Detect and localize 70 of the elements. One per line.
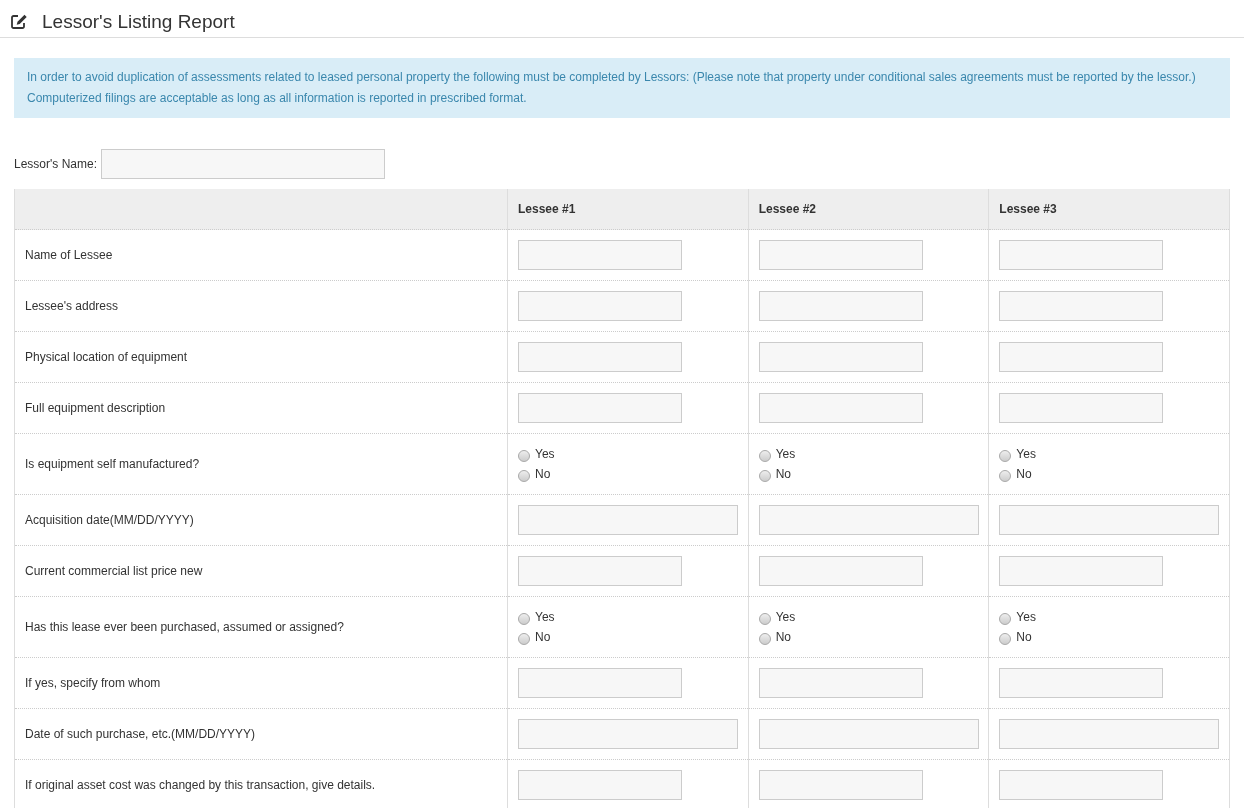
row-label: Date of such purchase, etc.(MM/DD/YYYY)	[25, 727, 256, 741]
date-field[interactable]	[999, 505, 1220, 535]
row-label: If yes, specify from whom	[25, 676, 161, 690]
text-field[interactable]	[518, 556, 682, 586]
radio-label: No	[535, 467, 551, 481]
text-field[interactable]	[999, 556, 1164, 586]
radio-button[interactable]	[758, 470, 771, 482]
text-field[interactable]	[518, 342, 682, 372]
radio-label: Yes	[775, 610, 796, 624]
radio-label: No	[535, 630, 551, 644]
text-field[interactable]	[518, 668, 682, 698]
text-field[interactable]	[999, 668, 1164, 698]
column-header: Lessee #1	[518, 202, 576, 216]
column-header: Lessee #3	[999, 202, 1057, 216]
row-label: If original asset cost was changed by this transaction, give details.	[25, 778, 376, 792]
row-label: Name of Lessee	[25, 248, 113, 262]
row-label: Current commercial list price new	[25, 564, 203, 578]
radio-button[interactable]	[999, 633, 1012, 645]
text-field[interactable]	[999, 393, 1164, 423]
row-label: Has this lease ever been purchased, assumed or assigned?	[25, 620, 344, 634]
row-label: Physical location of equipment	[25, 350, 188, 364]
radio-button[interactable]	[758, 633, 771, 645]
radio-button[interactable]	[518, 633, 530, 645]
date-field[interactable]	[758, 505, 979, 535]
text-field[interactable]	[758, 342, 923, 372]
text-field[interactable]	[758, 770, 923, 800]
text-field[interactable]	[758, 393, 923, 423]
date-field[interactable]	[999, 719, 1220, 749]
text-field[interactable]	[999, 240, 1164, 270]
date-field[interactable]	[518, 719, 738, 749]
radio-label: No	[1016, 630, 1032, 644]
radio-button[interactable]	[999, 450, 1012, 462]
text-field[interactable]	[758, 240, 923, 270]
radio-label: Yes	[1016, 447, 1036, 461]
lessor-name-field[interactable]	[101, 149, 385, 179]
radio-button[interactable]	[999, 613, 1012, 625]
text-field[interactable]	[518, 393, 682, 423]
radio-button[interactable]	[758, 613, 771, 625]
text-field[interactable]	[758, 291, 923, 321]
radio-label: No	[775, 630, 791, 644]
radio-button[interactable]	[518, 470, 530, 482]
date-field[interactable]	[758, 719, 979, 749]
text-field[interactable]	[999, 291, 1164, 321]
edit-icon	[11, 14, 28, 29]
row-label: Is equipment self manufactured?	[25, 457, 200, 471]
text-field[interactable]	[518, 770, 682, 800]
radio-button[interactable]	[758, 450, 771, 462]
radio-label: Yes	[535, 610, 555, 624]
radio-button[interactable]	[518, 613, 530, 625]
row-label: Lessee's address	[25, 299, 118, 313]
radio-label: Yes	[1016, 610, 1036, 624]
text-field[interactable]	[758, 556, 923, 586]
info-notice: In order to avoid duplication of assessments related to leased personal property the following must be completed by Lessors: (Please note that property under conditional sales agreements must be reported by the lessor.) Computerized filings are acceptable as long as all information is reported in prescribed format.	[14, 58, 1230, 118]
text-field[interactable]	[518, 291, 682, 321]
radio-label: No	[1016, 467, 1032, 481]
text-field[interactable]	[758, 668, 923, 698]
radio-label: Yes	[775, 447, 796, 461]
text-field[interactable]	[999, 342, 1164, 372]
radio-label: Yes	[535, 447, 555, 461]
row-label: Full equipment description	[25, 401, 166, 415]
date-field[interactable]	[518, 505, 738, 535]
page-title: Lessor's Listing Report	[42, 10, 235, 33]
text-field[interactable]	[999, 770, 1164, 800]
radio-label: No	[775, 467, 791, 481]
radio-button[interactable]	[999, 470, 1012, 482]
text-field[interactable]	[518, 240, 682, 270]
column-header: Lessee #2	[758, 202, 817, 216]
row-label: Acquisition date(MM/DD/YYYY)	[25, 513, 194, 527]
radio-button[interactable]	[518, 450, 530, 462]
field-label: Lessor's Name:	[14, 157, 97, 171]
